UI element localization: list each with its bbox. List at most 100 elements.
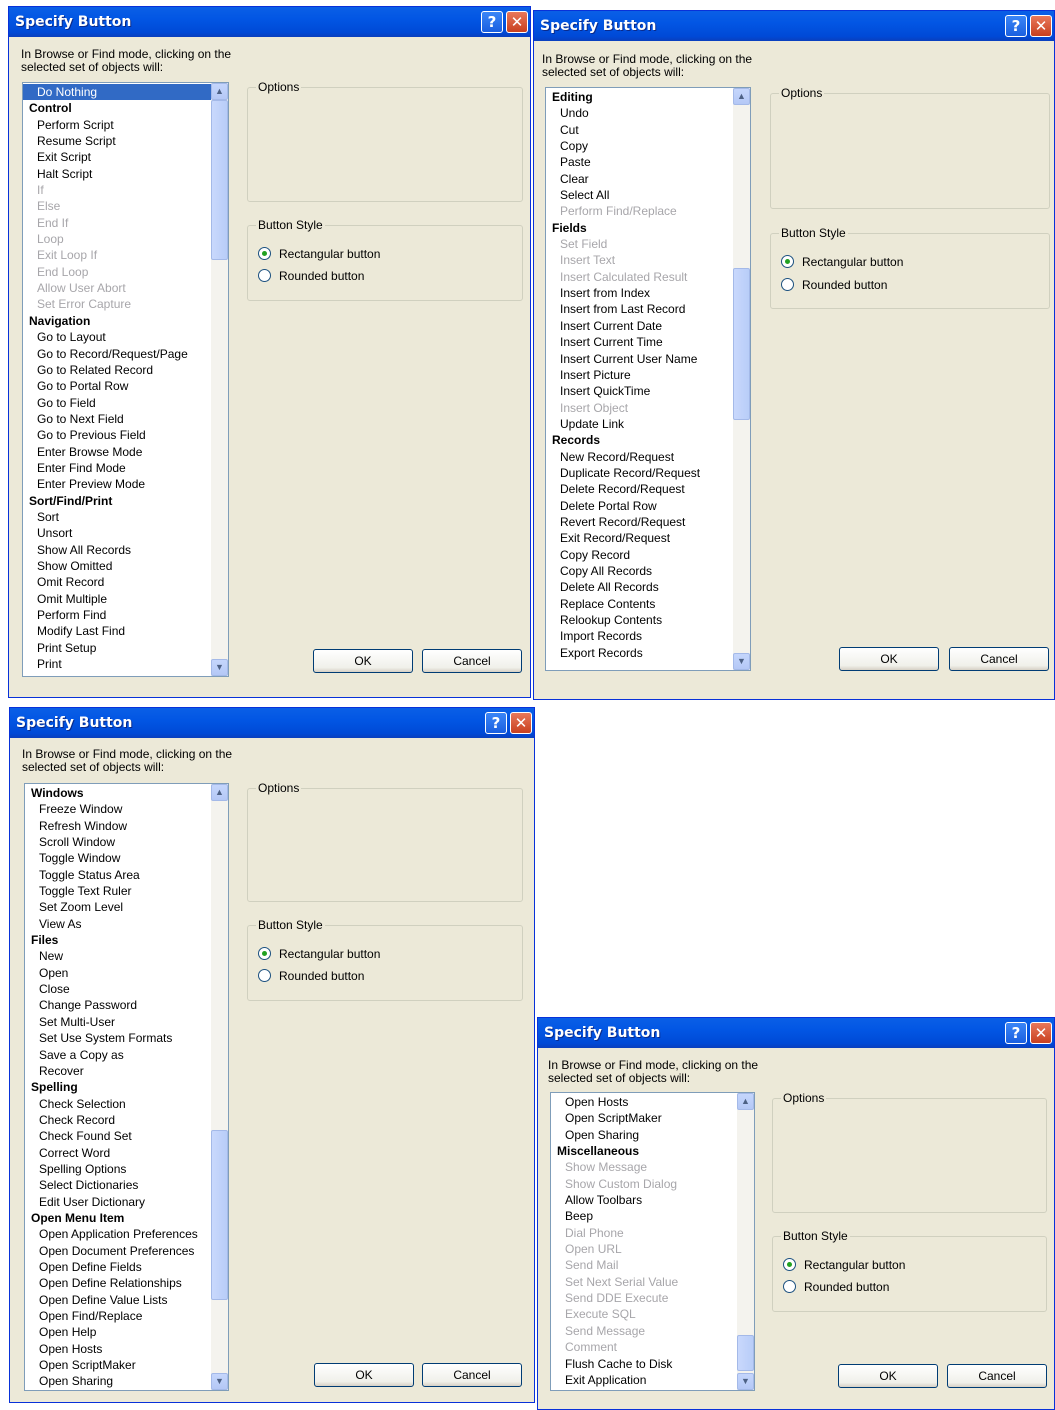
list-item[interactable]: Toggle Window bbox=[25, 850, 211, 866]
list-item[interactable]: Else bbox=[23, 198, 211, 214]
list-item[interactable]: Open ScriptMaker bbox=[551, 1110, 737, 1126]
list-item[interactable]: Insert Object bbox=[546, 400, 733, 416]
list-item[interactable]: Copy All Records bbox=[546, 563, 733, 579]
list-item[interactable]: Insert QuickTime bbox=[546, 383, 733, 399]
radio-rounded[interactable]: Rounded button bbox=[258, 968, 364, 984]
radio-rectangular[interactable]: Rectangular button bbox=[258, 246, 380, 262]
list-item[interactable]: Open Sharing bbox=[551, 1127, 737, 1143]
list-item[interactable]: Exit Record/Request bbox=[546, 530, 733, 546]
list-item[interactable]: Insert Calculated Result bbox=[546, 269, 733, 285]
close-icon[interactable]: ✕ bbox=[506, 11, 528, 33]
action-list[interactable]: Windows Freeze Window Refresh Window Scroll… bbox=[24, 783, 229, 1391]
list-item[interactable]: Set Error Capture bbox=[23, 296, 211, 312]
list-item[interactable]: Dial Phone bbox=[551, 1225, 737, 1241]
scroll-down-arrow-icon[interactable]: ▼ bbox=[737, 1373, 754, 1390]
scroll-up-arrow-icon[interactable]: ▲ bbox=[737, 1093, 754, 1110]
list-item[interactable]: Toggle Status Area bbox=[25, 867, 211, 883]
list-item[interactable]: Go to Next Field bbox=[23, 411, 211, 427]
scroll-thumb[interactable] bbox=[211, 1130, 228, 1300]
radio-rounded[interactable]: Rounded button bbox=[783, 1279, 889, 1295]
list-item[interactable]: Print bbox=[23, 656, 211, 672]
list-item[interactable]: Enter Find Mode bbox=[23, 460, 211, 476]
list-item[interactable]: Go to Field bbox=[23, 395, 211, 411]
radio-rectangular[interactable]: Rectangular button bbox=[258, 946, 380, 962]
list-item[interactable]: Duplicate Record/Request bbox=[546, 465, 733, 481]
scroll-down-arrow-icon[interactable]: ▼ bbox=[211, 1373, 228, 1390]
list-item[interactable]: Open Help bbox=[25, 1324, 211, 1340]
list-item[interactable]: Beep bbox=[551, 1208, 737, 1224]
list-item[interactable]: Undo bbox=[546, 105, 733, 121]
list-item[interactable]: Modify Last Find bbox=[23, 623, 211, 639]
list-item[interactable]: Check Found Set bbox=[25, 1128, 211, 1144]
list-item[interactable]: Send Message bbox=[551, 1323, 737, 1339]
list-item[interactable]: Copy Record bbox=[546, 547, 733, 563]
list-item[interactable]: Open Document Preferences bbox=[25, 1243, 211, 1259]
list-item[interactable]: Exit Application bbox=[551, 1372, 737, 1388]
radio-selected-icon[interactable] bbox=[781, 255, 794, 269]
radio-selected-icon[interactable] bbox=[258, 947, 271, 961]
list-item[interactable]: Open Sharing bbox=[25, 1373, 211, 1389]
list-item[interactable]: Set Multi-User bbox=[25, 1014, 211, 1030]
list-item[interactable]: Execute SQL bbox=[551, 1306, 737, 1322]
list-item[interactable]: Show Omitted bbox=[23, 558, 211, 574]
scroll-thumb[interactable] bbox=[211, 100, 228, 260]
list-item[interactable]: Insert Picture bbox=[546, 367, 733, 383]
radio-empty-icon[interactable] bbox=[258, 269, 271, 283]
list-item[interactable]: End Loop bbox=[23, 264, 211, 280]
list-item[interactable]: Resume Script bbox=[23, 133, 211, 149]
vertical-scrollbar[interactable]: ▲ ▼ bbox=[211, 784, 228, 1390]
list-item[interactable]: Scroll Window bbox=[25, 834, 211, 850]
list-item[interactable]: Open Hosts bbox=[551, 1094, 737, 1110]
list-item[interactable]: Open URL bbox=[551, 1241, 737, 1257]
list-item[interactable]: Open Define Value Lists bbox=[25, 1292, 211, 1308]
radio-empty-icon[interactable] bbox=[783, 1280, 796, 1294]
list-item[interactable]: Import Records bbox=[546, 628, 733, 644]
list-item[interactable]: Omit Record bbox=[23, 574, 211, 590]
scroll-down-arrow-icon[interactable]: ▼ bbox=[211, 659, 228, 676]
list-item[interactable]: Halt Script bbox=[23, 166, 211, 182]
list-item[interactable]: Go to Layout bbox=[23, 329, 211, 345]
action-list[interactable]: Do Nothing Control Perform Script Resume Sc… bbox=[22, 82, 229, 677]
list-item[interactable]: Update Link bbox=[546, 416, 733, 432]
dialog-titlebar[interactable]: Specify Button bbox=[538, 1018, 1054, 1048]
list-item[interactable]: New bbox=[25, 948, 211, 964]
list-item[interactable]: Open Define Fields bbox=[25, 1259, 211, 1275]
list-item[interactable]: Open Application Preferences bbox=[25, 1226, 211, 1242]
list-item[interactable]: Select Dictionaries bbox=[25, 1177, 211, 1193]
list-item[interactable]: Cut bbox=[546, 122, 733, 138]
list-item[interactable]: Delete All Records bbox=[546, 579, 733, 595]
radio-empty-icon[interactable] bbox=[781, 278, 794, 292]
list-item[interactable]: Omit Multiple bbox=[23, 591, 211, 607]
radio-selected-icon[interactable] bbox=[258, 247, 271, 261]
list-item[interactable]: Change Password bbox=[25, 997, 211, 1013]
list-item[interactable]: Refresh Window bbox=[25, 818, 211, 834]
list-item[interactable]: Allow User Abort bbox=[23, 280, 211, 296]
help-icon[interactable]: ? bbox=[1005, 1022, 1027, 1044]
list-item[interactable]: Comment bbox=[551, 1339, 737, 1355]
cancel-button[interactable]: Cancel bbox=[947, 1364, 1047, 1388]
list-item[interactable]: Perform Script bbox=[23, 117, 211, 133]
list-item[interactable]: Check Record bbox=[25, 1112, 211, 1128]
list-item[interactable]: Flush Cache to Disk bbox=[551, 1356, 737, 1372]
list-item[interactable]: Show Custom Dialog bbox=[551, 1176, 737, 1192]
radio-selected-icon[interactable] bbox=[783, 1258, 796, 1272]
list-item[interactable]: Send Mail bbox=[551, 1257, 737, 1273]
list-item[interactable]: Paste bbox=[546, 154, 733, 170]
help-icon[interactable]: ? bbox=[485, 712, 507, 734]
list-item[interactable]: Insert from Index bbox=[546, 285, 733, 301]
scroll-down-arrow-icon[interactable]: ▼ bbox=[733, 653, 750, 670]
list-item[interactable]: End If bbox=[23, 215, 211, 231]
list-item[interactable]: Do Nothing bbox=[23, 84, 211, 101]
list-item[interactable]: New Record/Request bbox=[546, 449, 733, 465]
scroll-thumb[interactable] bbox=[737, 1335, 754, 1371]
list-item[interactable]: Show All Records bbox=[23, 542, 211, 558]
action-list[interactable]: Open Hosts Open ScriptMaker Open Sharing Mi… bbox=[550, 1092, 755, 1391]
scroll-up-arrow-icon[interactable]: ▲ bbox=[733, 88, 750, 105]
list-item[interactable]: Go to Related Record bbox=[23, 362, 211, 378]
list-item[interactable]: Set Zoom Level bbox=[25, 899, 211, 915]
radio-rectangular[interactable]: Rectangular button bbox=[781, 254, 903, 270]
action-list[interactable]: Editing Undo Cut Copy Paste Clear Select All Pe… bbox=[545, 87, 751, 671]
list-item[interactable]: Replace Contents bbox=[546, 596, 733, 612]
list-item[interactable]: Spelling Options bbox=[25, 1161, 211, 1177]
ok-button[interactable]: OK bbox=[314, 1363, 414, 1387]
